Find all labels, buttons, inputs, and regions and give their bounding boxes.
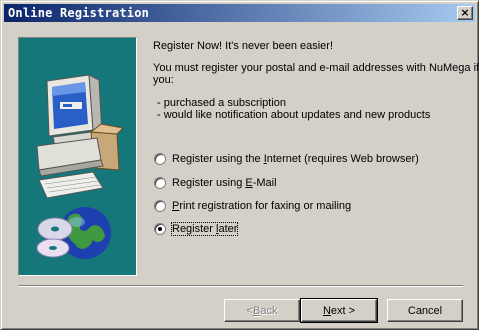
title-bar[interactable]: Online Registration × xyxy=(4,4,475,22)
separator xyxy=(18,285,463,287)
registration-dialog: Online Registration × Register Now! It's… xyxy=(0,0,479,330)
radio-button-selected[interactable] xyxy=(154,223,166,235)
option-register-later[interactable]: Register later xyxy=(154,222,239,236)
option-register-email[interactable]: Register using E-Mail xyxy=(154,176,277,190)
option-label: Register using E-Mail xyxy=(172,177,277,189)
option-register-internet[interactable]: Register using the Internet (requires We… xyxy=(154,152,419,166)
option-print-registration[interactable]: Print registration for faxing or mailing xyxy=(154,199,351,213)
close-button[interactable]: × xyxy=(457,6,473,20)
next-button[interactable]: Next > xyxy=(300,298,378,323)
radio-button[interactable] xyxy=(154,177,166,189)
bullet-notification: - would like notification about updates … xyxy=(157,109,431,121)
back-button[interactable]: < Back xyxy=(224,299,300,322)
computer-globe-cd-icon xyxy=(36,74,125,259)
close-icon: × xyxy=(460,6,470,19)
headline: Register Now! It's never been easier! xyxy=(153,40,334,52)
radio-button[interactable] xyxy=(154,153,166,165)
radio-button[interactable] xyxy=(154,200,166,212)
option-label: Register using the Internet (requires We… xyxy=(172,153,419,165)
option-label: Print registration for faxing or mailing xyxy=(172,200,352,212)
registration-illustration xyxy=(18,37,137,276)
intro-text-line-1: You must register your postal and e-mail… xyxy=(153,62,479,74)
option-label: Register later xyxy=(170,222,239,236)
intro-text-line-2: you: xyxy=(153,74,174,86)
bullet-subscription: - purchased a subscription xyxy=(157,97,287,109)
cancel-button[interactable]: Cancel xyxy=(387,299,463,322)
window-title: Online Registration xyxy=(8,6,150,20)
